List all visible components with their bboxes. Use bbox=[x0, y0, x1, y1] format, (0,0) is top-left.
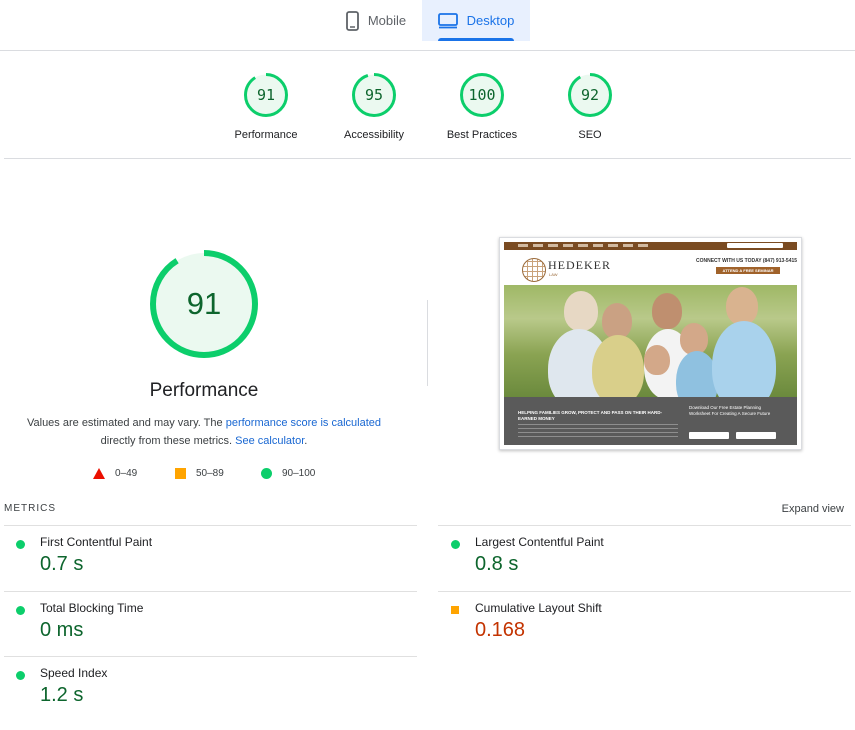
screenshot-search-box bbox=[727, 243, 783, 248]
metric-value: 0 ms bbox=[40, 619, 84, 641]
metric-divider bbox=[438, 525, 851, 526]
screenshot-form-title: Download Our Free Estate Planning Worksh… bbox=[689, 405, 771, 416]
smartphone-icon bbox=[345, 10, 359, 31]
gauge-label: Best Practices bbox=[446, 129, 518, 141]
gauge-performance[interactable]: 91 Performance bbox=[211, 71, 321, 141]
metric-name: Total Blocking Time bbox=[40, 601, 144, 615]
gauge-ring: 92 bbox=[566, 71, 614, 119]
screenshot-cta: ATTEND A FREE SEMINAR bbox=[716, 267, 780, 274]
screenshot-headline: HELPING FAMILIES GROW, PROTECT AND PASS … bbox=[518, 410, 663, 421]
gauge-seo[interactable]: 92 SEO bbox=[535, 71, 645, 141]
metric-largest-contentful-paint: Largest Contentful Paint 0.8 s bbox=[451, 535, 851, 599]
metric-speed-index: Speed Index 1.2 s bbox=[16, 666, 416, 730]
tab-desktop[interactable]: Desktop bbox=[422, 0, 530, 41]
legend-range: 0–49 bbox=[115, 467, 138, 479]
screenshot-nav-links bbox=[518, 244, 648, 247]
metric-value: 1.2 s bbox=[40, 684, 84, 706]
square-icon bbox=[175, 467, 186, 479]
performance-gauge-large: 91 bbox=[149, 249, 259, 359]
gauge-label: Performance bbox=[234, 129, 298, 141]
screenshot-body-copy bbox=[518, 424, 678, 438]
metric-name: First Contentful Paint bbox=[40, 535, 153, 549]
legend-range: 90–100 bbox=[282, 467, 316, 479]
screenshot-footer-band: HELPING FAMILIES GROW, PROTECT AND PASS … bbox=[504, 397, 797, 445]
metric-value: 0.168 bbox=[475, 619, 526, 641]
gauge-best-practices[interactable]: 100 Best Practices bbox=[427, 71, 537, 141]
metric-name: Speed Index bbox=[40, 666, 108, 680]
screenshot-header: HEDEKER LAW CONNECT WITH US TODAY (847) … bbox=[504, 250, 797, 284]
performance-title: Performance bbox=[149, 380, 259, 401]
monitor-icon bbox=[437, 12, 458, 28]
metric-first-contentful-paint: First Contentful Paint 0.7 s bbox=[16, 535, 416, 599]
metric-total-blocking-time: Total Blocking Time 0 ms bbox=[16, 601, 416, 665]
screenshot-logo: HEDEKER bbox=[548, 258, 611, 272]
screenshot-hero-photo bbox=[504, 285, 797, 397]
pass-circle-icon bbox=[16, 606, 25, 615]
screenshot-logo-sub: LAW bbox=[549, 272, 558, 277]
tab-mobile[interactable]: Mobile bbox=[331, 0, 421, 41]
screenshot-nav-bar bbox=[504, 242, 797, 250]
gauge-accessibility[interactable]: 95 Accessibility bbox=[319, 71, 429, 141]
legend-pass: 90–100 bbox=[261, 466, 315, 480]
desc-text: directly from these metrics. bbox=[100, 435, 236, 447]
performance-score: 91 bbox=[186, 286, 222, 321]
screenshot-phone: CONNECT WITH US TODAY (847) 913-5415 bbox=[696, 258, 798, 264]
page-screenshot[interactable]: HEDEKER LAW CONNECT WITH US TODAY (847) … bbox=[499, 237, 802, 450]
gauge-score: 91 bbox=[256, 86, 276, 104]
screenshot-form-field bbox=[689, 432, 729, 439]
pass-circle-icon bbox=[451, 540, 460, 549]
gauge-ring: 91 bbox=[242, 71, 290, 119]
metric-name: Cumulative Layout Shift bbox=[475, 601, 602, 615]
pass-circle-icon bbox=[16, 540, 25, 549]
tab-desktop-label: Desktop bbox=[466, 13, 515, 28]
metric-name: Largest Contentful Paint bbox=[475, 535, 604, 549]
metrics-header: METRICS bbox=[4, 503, 56, 514]
legend-fail: 0–49 bbox=[93, 466, 137, 480]
gauge-label: Accessibility bbox=[344, 129, 404, 141]
globe-logo-icon bbox=[522, 258, 546, 282]
desc-text: . bbox=[304, 435, 308, 447]
circle-icon bbox=[261, 467, 272, 479]
gauge-score: 92 bbox=[580, 86, 600, 104]
gauge-score: 100 bbox=[468, 86, 496, 104]
device-tabs: Mobile Desktop bbox=[0, 0, 855, 51]
metric-divider bbox=[4, 525, 417, 526]
metric-value: 0.8 s bbox=[475, 553, 519, 575]
performance-description: Values are estimated and may vary. The p… bbox=[20, 414, 388, 450]
triangle-icon bbox=[93, 467, 105, 479]
gauge-ring: 100 bbox=[458, 71, 506, 119]
see-calculator-link[interactable]: See calculator bbox=[235, 435, 304, 447]
desc-text: Values are estimated and may vary. The bbox=[26, 417, 226, 429]
legend-range: 50–89 bbox=[196, 467, 224, 479]
metric-value: 0.7 s bbox=[40, 553, 84, 575]
expand-view-button[interactable]: Expand view bbox=[782, 503, 844, 515]
screenshot-form-field bbox=[736, 432, 776, 439]
legend-average: 50–89 bbox=[175, 466, 224, 480]
gauge-ring: 95 bbox=[350, 71, 398, 119]
tab-mobile-label: Mobile bbox=[367, 13, 407, 28]
gauge-score: 95 bbox=[364, 86, 384, 104]
performance-score-link[interactable]: performance score is calculated bbox=[226, 417, 381, 429]
vertical-divider bbox=[427, 300, 428, 386]
tab-selected-indicator bbox=[438, 38, 514, 41]
pass-circle-icon bbox=[16, 671, 25, 680]
average-square-icon bbox=[451, 606, 459, 614]
metric-cumulative-layout-shift: Cumulative Layout Shift 0.168 bbox=[451, 601, 851, 665]
gauge-label: SEO bbox=[578, 129, 602, 141]
divider bbox=[4, 158, 851, 159]
